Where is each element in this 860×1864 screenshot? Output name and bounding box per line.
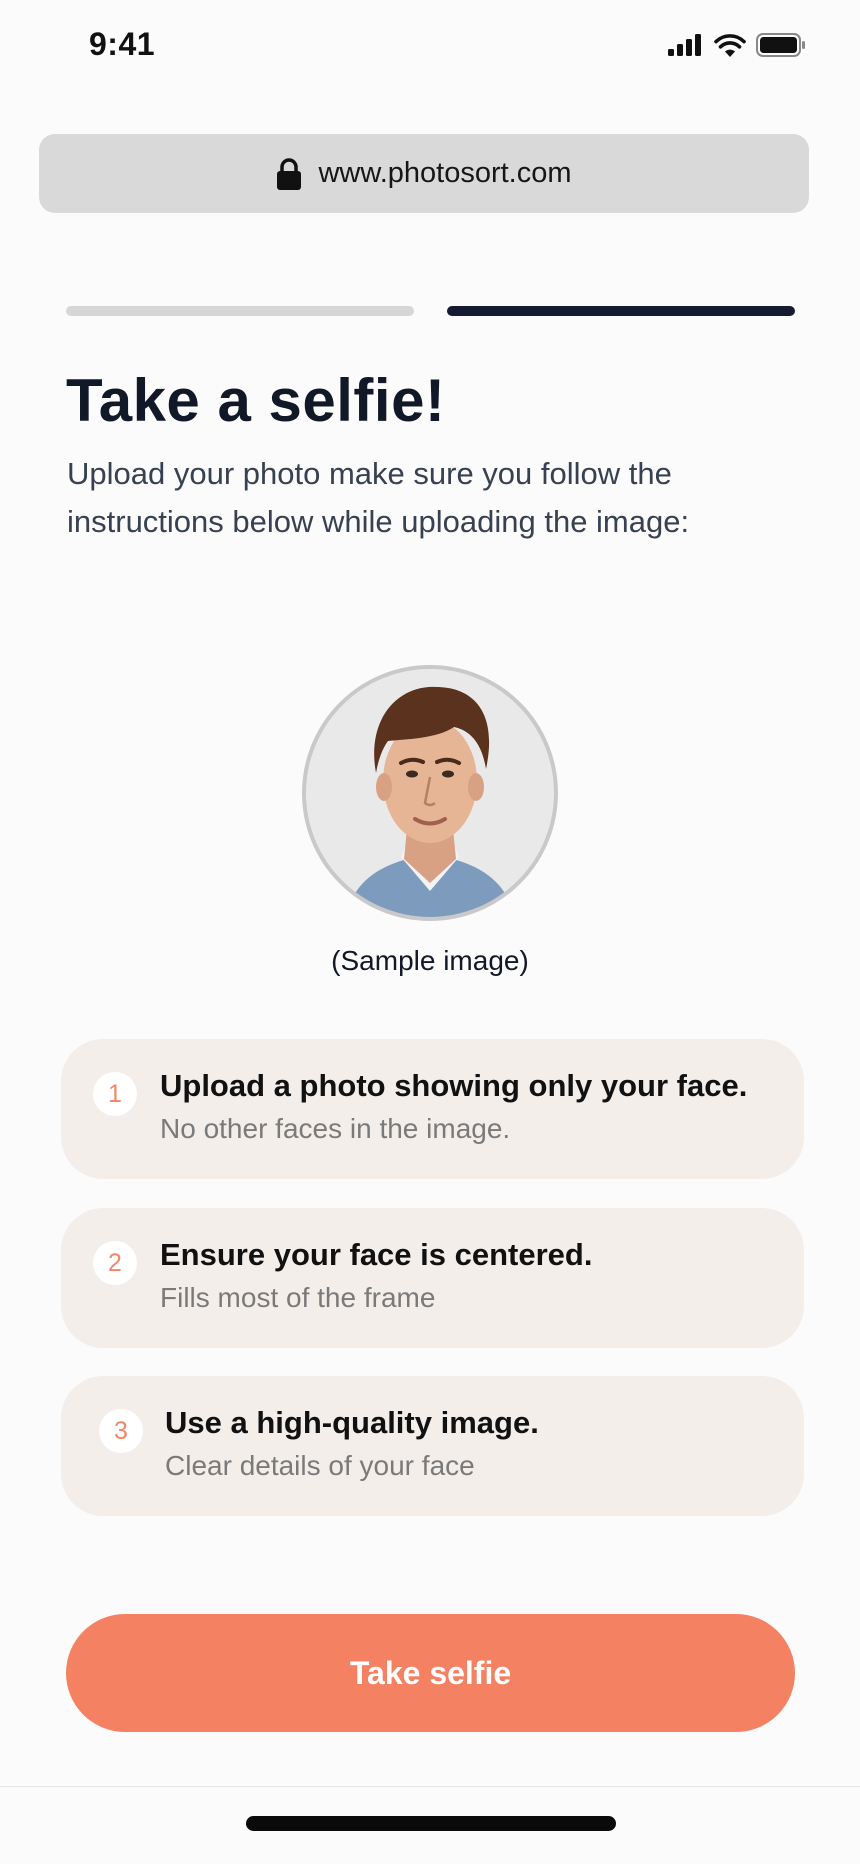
progress-step-1 [66,306,414,316]
sample-avatar-image [302,665,558,921]
instruction-title: Ensure your face is centered. [160,1237,593,1272]
instruction-card: 3 Use a high-quality image. Clear detail… [61,1376,804,1516]
status-bar: 9:41 [0,0,860,96]
instruction-title: Upload a photo showing only your face. [160,1068,748,1103]
status-time: 9:41 [89,26,156,62]
instruction-description: Fills most of the frame [160,1282,436,1313]
url-text: www.photosort.com [318,157,572,189]
page-subtitle: Upload your photo make sure you follow t… [67,456,690,539]
step-number-badge: 3 [99,1409,143,1453]
lock-icon [277,157,302,190]
step-number-badge: 2 [93,1241,137,1285]
home-indicator[interactable] [246,1816,616,1831]
instruction-description: No other faces in the image. [160,1113,511,1144]
progress-step-2 [447,306,795,316]
instruction-title: Use a high-quality image. [165,1405,539,1440]
wifi-icon [714,34,746,57]
instruction-description: Clear details of your face [165,1450,475,1481]
sample-image-caption: (Sample image) [331,945,529,976]
take-selfie-button[interactable]: Take selfie [66,1614,795,1732]
browser-url-bar[interactable]: www.photosort.com [39,134,809,213]
instruction-card: 2 Ensure your face is centered. Fills mo… [61,1208,804,1348]
status-icons [668,33,806,57]
battery-icon [756,33,805,57]
page-title: Take a selfie! [66,367,446,434]
step-number-badge: 1 [93,1072,137,1116]
instruction-card: 1 Upload a photo showing only your face.… [61,1039,804,1179]
signal-icon [668,34,701,56]
bottom-divider [0,1786,860,1787]
